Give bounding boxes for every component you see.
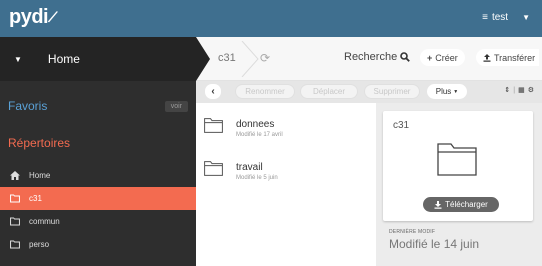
folder-icon [10, 240, 20, 249]
download-label: Télécharger [445, 200, 488, 209]
create-button[interactable]: + Créer [420, 49, 465, 66]
info-panel: c31 Télécharger DERNIÈRE MODIF Modifié l… [376, 103, 542, 266]
chevron-left-icon: ‹ [211, 86, 215, 97]
list-item[interactable]: travail Modifié le 5 juin [196, 152, 376, 192]
download-button[interactable]: Télécharger [423, 197, 499, 212]
search-button[interactable]: Recherche [344, 51, 411, 63]
transfer-button[interactable]: Transférer [476, 49, 540, 66]
file-name: travail [236, 162, 263, 173]
file-meta: Modifié le 17 avril [236, 132, 283, 138]
settings-gear-icon[interactable]: ⚙ [528, 86, 534, 94]
delete-button[interactable]: Supprimer [364, 84, 420, 99]
folder-icon [204, 161, 223, 176]
sidebar-item-perso[interactable]: perso [0, 233, 196, 256]
home-icon [10, 171, 20, 180]
plus-icon: + [427, 52, 433, 63]
hamburger-icon: ≡ [482, 12, 488, 23]
folder-icon [10, 194, 20, 203]
caret-down-icon: ▼ [453, 88, 459, 95]
back-button[interactable]: ‹ [205, 84, 221, 99]
breadcrumb: c31 ⟳ Recherche + Créer Transférer [196, 37, 542, 81]
caret-down-icon: ▼ [14, 54, 22, 64]
sidebar-item-label: Home [29, 171, 51, 180]
voir-button[interactable]: voir [164, 100, 188, 112]
sidebar-item-label: perso [29, 240, 50, 249]
info-card: c31 Télécharger [383, 111, 533, 221]
download-icon [434, 200, 442, 209]
user-label: test [491, 12, 509, 23]
grid-view-icon[interactable]: ▦ [518, 86, 525, 94]
sort-icon[interactable]: ⇕ [504, 86, 510, 94]
list-item[interactable]: donnees Modifié le 17 avril [196, 109, 376, 149]
breadcrumb-arrow [196, 37, 210, 81]
search-icon [400, 52, 411, 62]
more-button[interactable]: Plus ▼ [427, 84, 467, 99]
sidebar: ▼ Home Favoris voir Répertoires Home c31… [0, 37, 196, 266]
sidebar-item-home[interactable]: Home [0, 164, 196, 187]
repositories-label: Répertoires [8, 136, 71, 150]
move-button[interactable]: Déplacer [300, 84, 358, 99]
separator: | [513, 86, 516, 94]
view-controls: ⇕ | ▦ ⚙ [504, 86, 534, 95]
refresh-icon[interactable]: ⟳ [260, 51, 270, 65]
favorites-label: Favoris [8, 99, 48, 113]
sidebar-item-c31[interactable]: c31 [0, 187, 196, 210]
sidebar-item-label: c31 [29, 194, 42, 203]
search-label: Recherche [344, 51, 398, 63]
file-list: donnees Modifié le 17 avril travail Modi… [196, 103, 376, 266]
sidebar-item-commun[interactable]: commun [0, 210, 196, 233]
file-name: donnees [236, 119, 275, 130]
folder-icon [204, 118, 223, 133]
action-toolbar: ‹ Renommer Déplacer Supprimer Plus ▼ ⇕ |… [196, 81, 542, 103]
info-title: c31 [393, 120, 410, 131]
transfer-label: Transférer [494, 52, 536, 63]
folder-icon [437, 143, 477, 176]
breadcrumb-current[interactable]: c31 [218, 52, 236, 64]
caret-down-icon: ▼ [522, 13, 530, 22]
modified-label: DERNIÈRE MODIF [389, 229, 436, 235]
modified-value: Modifié le 14 juin [389, 237, 480, 251]
rename-button[interactable]: Renommer [235, 84, 295, 99]
more-label: Plus [435, 87, 452, 96]
workspace-label: Home [47, 52, 80, 66]
app-logo[interactable]: pydi/ [9, 6, 59, 29]
favorites-header: Favoris voir [0, 93, 196, 119]
breadcrumb-chevron-icon [241, 41, 259, 77]
create-label: Créer [435, 52, 458, 63]
upload-icon [483, 53, 491, 62]
top-bar: pydi/ ≡ test ▼ [0, 0, 542, 37]
sidebar-item-label: commun [29, 217, 60, 226]
file-meta: Modifié le 5 juin [236, 175, 278, 181]
user-menu[interactable]: ≡ test ▼ [482, 12, 530, 23]
folder-icon [10, 217, 20, 226]
workspace-switcher[interactable]: ▼ Home [0, 37, 196, 81]
logo-text: pydi [9, 6, 49, 28]
